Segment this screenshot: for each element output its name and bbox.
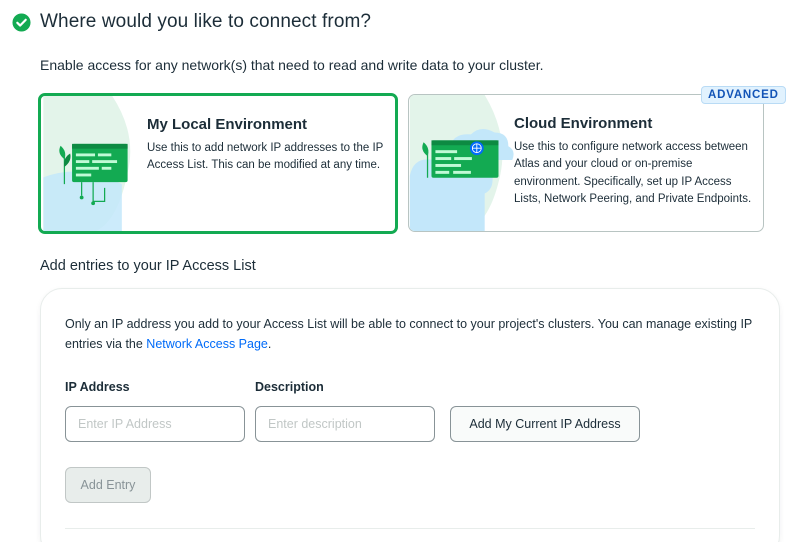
card-title: My Local Environment <box>147 116 308 133</box>
intro-text: Enable access for any network(s) that ne… <box>40 57 544 73</box>
access-list-info-text: Only an IP address you add to your Acces… <box>65 317 753 351</box>
card-title: Cloud Environment <box>514 115 653 132</box>
page-title: Where would you like to connect from? <box>40 11 372 32</box>
cloud-environment-illustration-icon <box>409 95 514 231</box>
description-input[interactable] <box>255 406 435 442</box>
access-list-panel: Only an IP address you add to your Acces… <box>40 288 780 542</box>
divider <box>65 528 755 529</box>
add-entry-button[interactable]: Add Entry <box>65 467 151 503</box>
card-description: Use this to configure network access bet… <box>514 141 752 205</box>
description-label: Description <box>255 380 324 394</box>
advanced-badge: ADVANCED <box>701 86 786 104</box>
network-access-page-link[interactable]: Network Access Page <box>146 337 268 351</box>
check-circle-icon <box>12 13 31 32</box>
ip-address-input[interactable] <box>65 406 245 442</box>
ip-address-label: IP Address <box>65 380 130 394</box>
access-list-section-title: Add entries to your IP Access List <box>40 258 256 274</box>
card-description: Use this to add network IP addresses to … <box>147 142 384 172</box>
cloud-environment-card[interactable]: Cloud Environment Use this to configure … <box>408 94 764 232</box>
local-environment-illustration-icon <box>43 96 131 231</box>
add-current-ip-button[interactable]: Add My Current IP Address <box>450 406 640 442</box>
local-environment-card[interactable]: My Local Environment Use this to add net… <box>38 93 398 234</box>
